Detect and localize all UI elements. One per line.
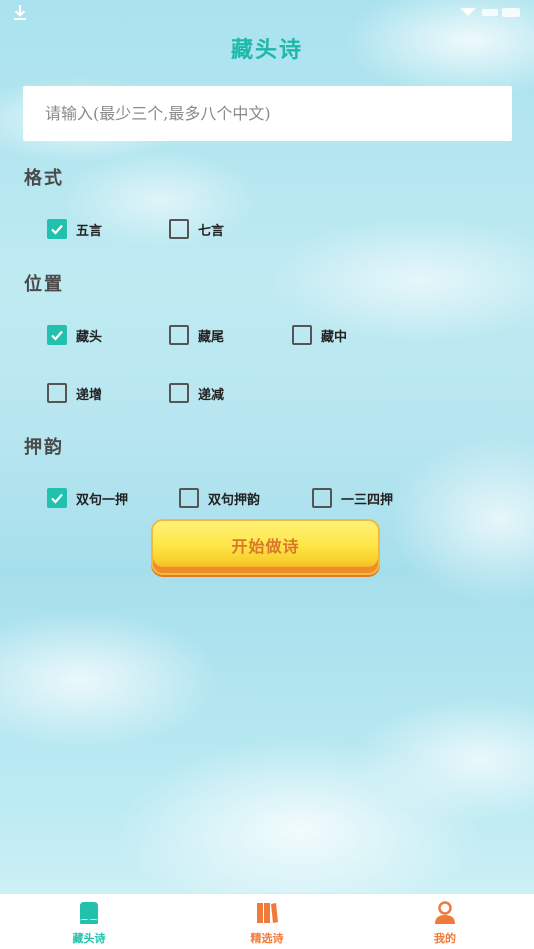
checkbox-empty-icon[interactable] xyxy=(179,488,199,508)
checkbox-checked-icon[interactable] xyxy=(47,488,67,508)
acrostic-text-input[interactable] xyxy=(23,86,512,141)
status-bar xyxy=(0,0,534,26)
checkbox-empty-icon[interactable] xyxy=(169,219,189,239)
position-option-label: 递增 xyxy=(76,387,103,403)
books-icon xyxy=(257,903,278,923)
tab-label: 我的 xyxy=(434,932,456,945)
rhyme-option-double-rhyme[interactable]: 双句押韵 xyxy=(179,487,260,509)
rhyme-option-label: 双句一押 xyxy=(76,492,129,508)
download-icon xyxy=(14,5,26,20)
position-option-label: 递减 xyxy=(198,387,225,403)
checkbox-checked-icon[interactable] xyxy=(47,219,67,239)
person-icon xyxy=(435,901,455,924)
tab-label: 藏头诗 xyxy=(72,932,106,945)
tab-label: 精选诗 xyxy=(250,932,284,945)
tab-acrostic[interactable]: 藏头诗 xyxy=(0,894,178,949)
signal-battery-icon xyxy=(460,8,520,17)
tab-selected-poems[interactable]: 精选诗 xyxy=(178,894,356,949)
position-section-label: 位置 xyxy=(24,274,64,295)
position-option-decrease[interactable]: 递减 xyxy=(169,382,224,404)
checkbox-empty-icon[interactable] xyxy=(169,325,189,345)
checkbox-empty-icon[interactable] xyxy=(169,383,189,403)
start-poem-button[interactable]: 开始做诗 xyxy=(151,519,380,575)
checkbox-empty-icon[interactable] xyxy=(47,383,67,403)
position-option-label: 藏尾 xyxy=(198,329,225,345)
rhyme-option-label: 双句押韵 xyxy=(208,492,261,508)
page-title: 藏头诗 xyxy=(230,37,303,63)
position-option-middle[interactable]: 藏中 xyxy=(292,324,347,346)
checkbox-checked-icon[interactable] xyxy=(47,325,67,345)
format-section-label: 格式 xyxy=(24,168,64,189)
position-option-head[interactable]: 藏头 xyxy=(47,324,102,346)
rhyme-option-label: 一三四押 xyxy=(341,492,394,508)
tab-mine[interactable]: 我的 xyxy=(356,894,534,949)
checkbox-empty-icon[interactable] xyxy=(312,488,332,508)
format-option-label: 五言 xyxy=(76,223,103,239)
rhyme-option-double-one[interactable]: 双句一押 xyxy=(47,487,128,509)
position-option-label: 藏头 xyxy=(76,329,103,345)
checkbox-empty-icon[interactable] xyxy=(292,325,312,345)
position-option-increase[interactable]: 递增 xyxy=(47,382,102,404)
start-poem-label: 开始做诗 xyxy=(231,537,300,556)
position-option-tail[interactable]: 藏尾 xyxy=(169,324,224,346)
rhyme-section-label: 押韵 xyxy=(24,437,64,458)
position-option-label: 藏中 xyxy=(321,329,348,345)
format-option-label: 七言 xyxy=(198,223,225,239)
bottom-tab-bar: 藏头诗 精选诗 我的 xyxy=(0,893,534,949)
poem-icon xyxy=(80,902,98,924)
rhyme-option-one-three-four[interactable]: 一三四押 xyxy=(312,487,393,509)
format-option-5[interactable]: 五言 xyxy=(47,218,102,240)
format-option-7[interactable]: 七言 xyxy=(169,218,224,240)
